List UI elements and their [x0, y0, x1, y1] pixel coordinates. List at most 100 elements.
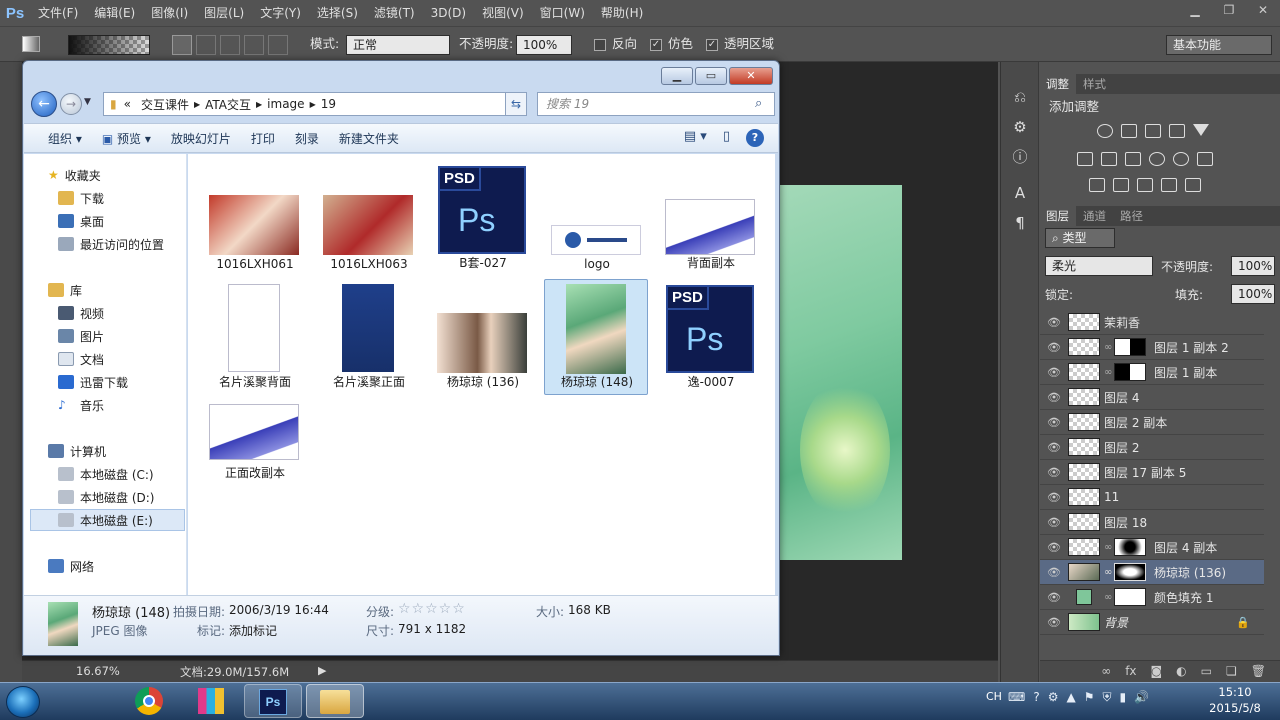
- layer-row[interactable]: 👁 图层 4: [1040, 385, 1264, 410]
- diamond-gradient-button[interactable]: [268, 35, 288, 55]
- start-button[interactable]: [6, 686, 40, 718]
- levels-adjust-icon[interactable]: [1121, 124, 1137, 138]
- layer-filter-select[interactable]: ⌕ 类型: [1045, 228, 1115, 248]
- file-item[interactable]: 杨琼琼 (136): [430, 279, 534, 395]
- new-layer-icon[interactable]: ❏: [1226, 661, 1237, 682]
- layer-row[interactable]: 👁 图层 17 副本 5: [1040, 460, 1264, 485]
- gradient-tool-icon[interactable]: [22, 36, 40, 52]
- eye-icon[interactable]: 👁: [1040, 616, 1068, 629]
- eye-icon[interactable]: 👁: [1040, 491, 1068, 504]
- explorer-maximize-button[interactable]: ▭: [695, 67, 727, 85]
- invert-icon[interactable]: [1089, 178, 1105, 192]
- menu-help[interactable]: 帮助(H): [593, 0, 651, 26]
- gradient-map-icon[interactable]: [1161, 178, 1177, 192]
- layer-row[interactable]: 👁 图层 2 副本: [1040, 410, 1264, 435]
- preview-pane-icon[interactable]: ▯: [723, 129, 730, 147]
- view-options-icon[interactable]: ▤ ▾: [684, 129, 707, 147]
- file-item[interactable]: 背面副本: [658, 160, 762, 276]
- back-button[interactable]: ←: [31, 91, 57, 117]
- preview-button[interactable]: ▣ 预览 ▾: [92, 130, 161, 147]
- layer-mask-thumbnail[interactable]: [1114, 338, 1146, 356]
- file-item-selected[interactable]: 杨琼琼 (148): [544, 279, 648, 395]
- new-folder-button[interactable]: 新建文件夹: [329, 130, 409, 147]
- menu-view[interactable]: 视图(V): [474, 0, 532, 26]
- tab-paths[interactable]: 路径: [1113, 206, 1150, 226]
- nav-network[interactable]: 网络: [48, 555, 211, 577]
- layer-row[interactable]: 👁 ∞ 图层 4 副本: [1040, 535, 1264, 560]
- exposure-adjust-icon[interactable]: [1169, 124, 1185, 138]
- menu-window[interactable]: 窗口(W): [532, 0, 593, 26]
- angle-gradient-button[interactable]: [220, 35, 240, 55]
- hue-saturation-icon[interactable]: [1077, 152, 1093, 166]
- layer-row[interactable]: 👁 茉莉香: [1040, 310, 1264, 335]
- ps-close-button[interactable]: ✕: [1246, 0, 1280, 20]
- network-signal-icon[interactable]: ▮: [1119, 690, 1126, 705]
- security-icon[interactable]: ⛨: [1102, 690, 1111, 705]
- linear-gradient-button[interactable]: [172, 35, 192, 55]
- eye-icon[interactable]: 👁: [1040, 416, 1068, 429]
- nav-computer[interactable]: 计算机: [48, 440, 211, 462]
- reflected-gradient-button[interactable]: [244, 35, 264, 55]
- layer-mask-thumbnail[interactable]: [1114, 563, 1146, 581]
- channel-mixer-icon[interactable]: [1173, 152, 1189, 166]
- ps-restore-button[interactable]: ❐: [1212, 0, 1246, 20]
- taskbar-chrome[interactable]: [120, 684, 178, 718]
- nav-libraries[interactable]: 库: [48, 279, 211, 301]
- slideshow-button[interactable]: 放映幻灯片: [161, 130, 241, 147]
- forward-button[interactable]: →: [60, 93, 82, 115]
- settings-tray-icon[interactable]: ⚙: [1048, 690, 1059, 705]
- layer-mask-thumbnail[interactable]: [1114, 538, 1146, 556]
- file-item[interactable]: 1016LXH063: [316, 160, 420, 276]
- rating-stars[interactable]: ☆☆☆☆☆: [398, 601, 466, 617]
- layer-row[interactable]: 👁 ∞ 图层 1 副本: [1040, 360, 1264, 385]
- layer-mask-thumbnail[interactable]: [1114, 588, 1146, 606]
- explorer-close-button[interactable]: ✕: [729, 67, 773, 85]
- character-icon[interactable]: A: [1001, 178, 1039, 208]
- refresh-icon[interactable]: ⇆: [505, 92, 527, 116]
- clock[interactable]: 15:10 2015/5/8: [1200, 684, 1270, 716]
- details-tags[interactable]: 添加标记: [229, 622, 277, 639]
- burn-button[interactable]: 刻录: [285, 130, 329, 147]
- layer-row[interactable]: 👁 11: [1040, 485, 1264, 510]
- help-icon[interactable]: ?: [746, 129, 764, 147]
- tab-layers[interactable]: 图层: [1039, 206, 1076, 226]
- menu-type[interactable]: 文字(Y): [252, 0, 309, 26]
- file-item[interactable]: 名片溪聚正面: [316, 279, 420, 395]
- eye-icon[interactable]: 👁: [1040, 366, 1068, 379]
- new-group-icon[interactable]: ▭: [1201, 661, 1212, 682]
- eye-icon[interactable]: 👁: [1040, 541, 1068, 554]
- menu-image[interactable]: 图像(I): [143, 0, 196, 26]
- file-item[interactable]: 1016LXH061: [202, 160, 306, 276]
- new-adjustment-icon[interactable]: ◐: [1176, 661, 1186, 682]
- eye-icon[interactable]: 👁: [1040, 566, 1068, 579]
- eye-icon[interactable]: 👁: [1040, 391, 1068, 404]
- help-tray-icon[interactable]: ?: [1033, 690, 1039, 705]
- file-item[interactable]: 名片溪聚背面: [202, 279, 306, 395]
- posterize-icon[interactable]: [1113, 178, 1129, 192]
- layer-row[interactable]: 👁 ∞ 图层 1 副本 2: [1040, 335, 1264, 360]
- menu-edit[interactable]: 编辑(E): [86, 0, 143, 26]
- details-date[interactable]: 2006/3/19 16:44: [229, 603, 329, 617]
- status-menu-arrow-icon[interactable]: ▶: [318, 664, 326, 677]
- zoom-level[interactable]: 16.67%: [76, 664, 120, 678]
- mode-select[interactable]: 正常: [346, 35, 450, 55]
- tab-styles[interactable]: 样式: [1076, 74, 1113, 94]
- selective-color-icon[interactable]: [1185, 178, 1201, 192]
- link-layers-icon[interactable]: ∞: [1101, 661, 1111, 682]
- taskbar-explorer[interactable]: [306, 684, 364, 718]
- menu-3d[interactable]: 3D(D): [423, 0, 474, 26]
- blend-mode-select[interactable]: 柔光: [1045, 256, 1153, 276]
- history-icon[interactable]: ⎌: [1001, 82, 1039, 112]
- file-item[interactable]: 正面改副本: [202, 398, 306, 514]
- fx-icon[interactable]: fx: [1125, 661, 1136, 682]
- reverse-checkbox[interactable]: [594, 39, 606, 51]
- address-bar[interactable]: ▮ « 交互课件▶ ATA交互▶ image▶ 19 ▼: [103, 92, 525, 116]
- menu-file[interactable]: 文件(F): [30, 0, 86, 26]
- layer-row-selected[interactable]: 👁 ∞ 杨琼琼 (136): [1040, 560, 1264, 585]
- breadcrumb-item[interactable]: ATA交互: [200, 96, 256, 113]
- layer-row[interactable]: 👁 图层 2: [1040, 435, 1264, 460]
- search-input[interactable]: 搜索 19: [537, 92, 775, 116]
- radial-gradient-button[interactable]: [196, 35, 216, 55]
- flag-icon[interactable]: ⚑: [1084, 690, 1095, 705]
- opacity-input[interactable]: 100%: [516, 35, 572, 55]
